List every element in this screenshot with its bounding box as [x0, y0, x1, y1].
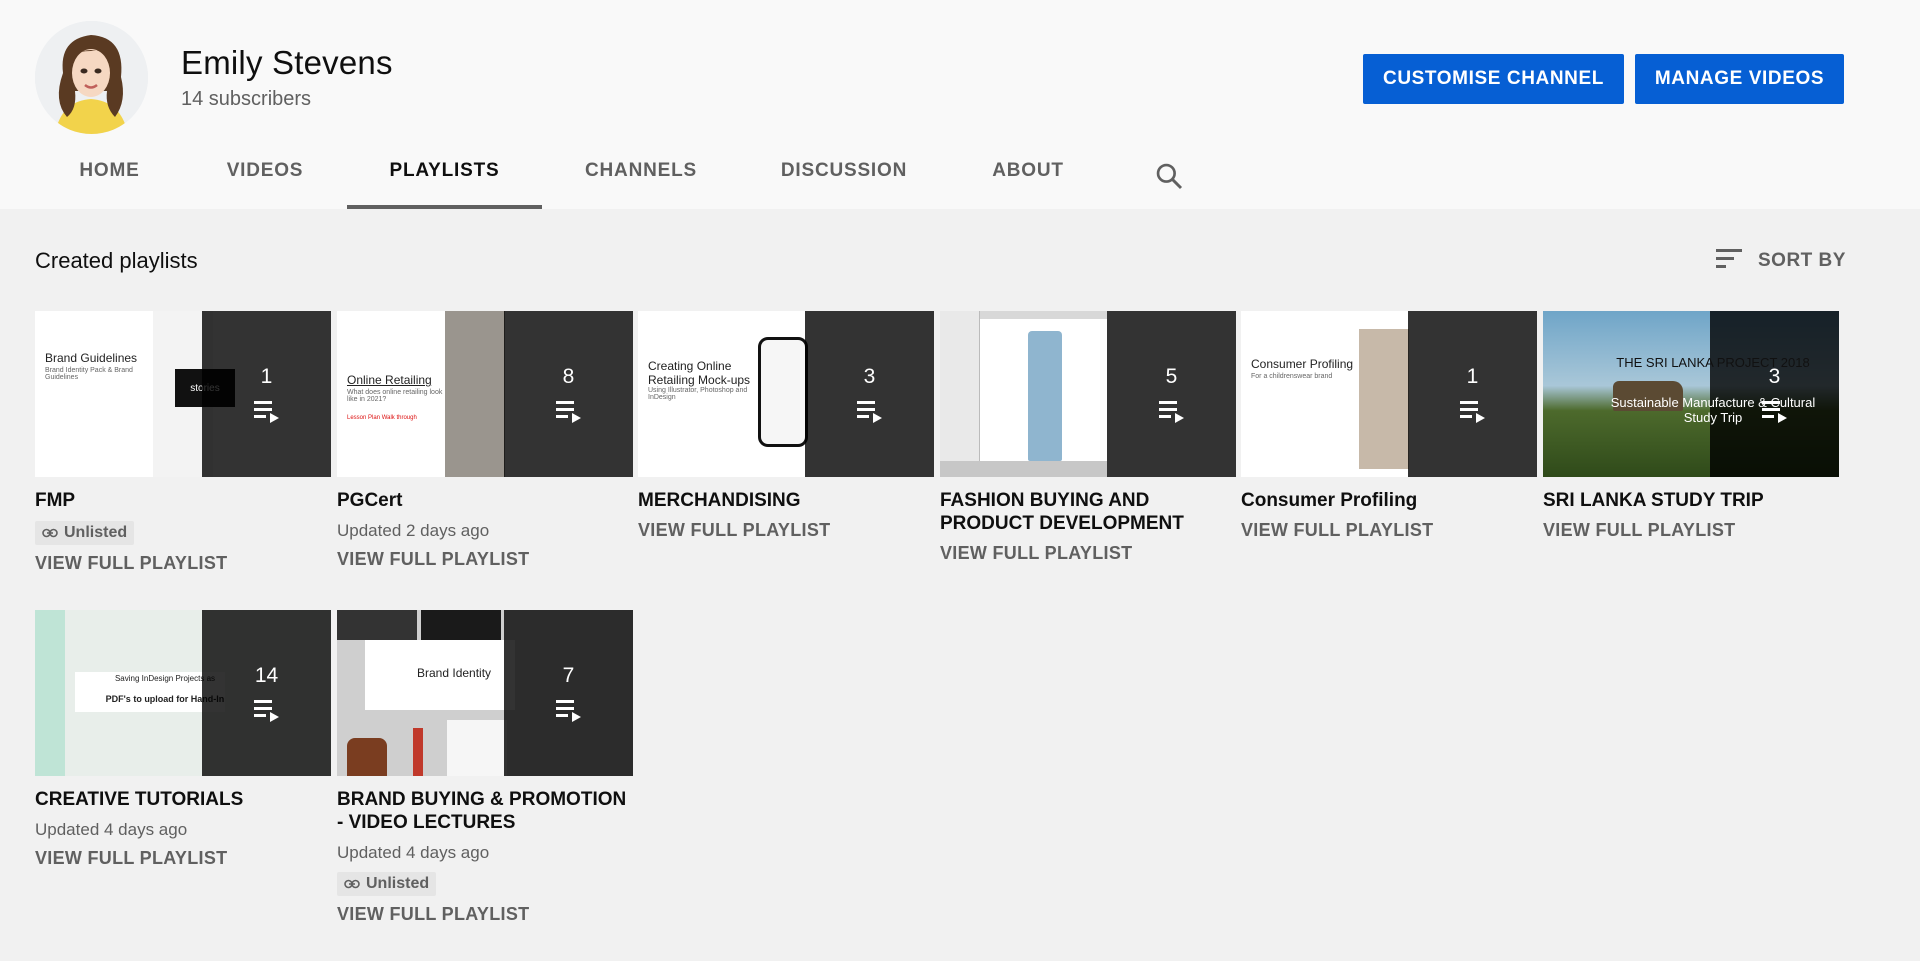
view-full-playlist-link[interactable]: VIEW FULL PLAYLIST	[337, 904, 633, 925]
playlist-overlay: 1	[1408, 311, 1537, 477]
playlist-title[interactable]: FMP	[35, 489, 331, 512]
playlist-thumbnail[interactable]: Brand Guidelines Brand Identity Pack & B…	[35, 311, 331, 477]
view-full-playlist-link[interactable]: VIEW FULL PLAYLIST	[1241, 520, 1537, 541]
thumb-heading: Brand Guidelines	[45, 351, 138, 365]
playlist-card: Brand Identity 7 BRAND BUYING & PROMOTIO…	[337, 610, 633, 925]
video-count: 7	[562, 664, 575, 687]
section-title: Created playlists	[35, 248, 198, 273]
view-full-playlist-link[interactable]: VIEW FULL PLAYLIST	[1543, 520, 1839, 541]
playlist-icon	[253, 700, 279, 722]
sort-by-button[interactable]: SORT BY	[1716, 246, 1846, 276]
playlist-card: 5 FASHION BUYING AND PRODUCT DEVELOPMENT…	[940, 311, 1236, 564]
unlisted-badge: Unlisted	[337, 872, 437, 896]
playlist-thumbnail[interactable]: 5	[940, 311, 1236, 477]
updated-text: Updated 2 days ago	[337, 521, 490, 540]
video-count: 3	[863, 365, 876, 388]
playlist-title[interactable]: FASHION BUYING AND PRODUCT DEVELOPMENT	[940, 489, 1236, 535]
view-full-playlist-link[interactable]: VIEW FULL PLAYLIST	[940, 543, 1236, 564]
view-full-playlist-link[interactable]: VIEW FULL PLAYLIST	[35, 553, 331, 574]
playlist-card: Brand Guidelines Brand Identity Pack & B…	[35, 311, 331, 574]
video-count: 1	[1466, 365, 1479, 388]
playlist-icon	[253, 401, 279, 423]
playlist-title[interactable]: Consumer Profiling	[1241, 489, 1537, 512]
updated-text: Updated 4 days ago	[337, 843, 490, 862]
playlist-card: THE SRI LANKA PROJECT 2018 Sustainable M…	[1543, 311, 1839, 541]
link-icon	[42, 528, 58, 538]
video-count: 8	[562, 365, 575, 388]
updated-text: Updated 4 days ago	[35, 820, 188, 839]
manage-videos-button[interactable]: MANAGE VIDEOS	[1635, 54, 1844, 104]
tab-label: VIDEOS	[226, 160, 304, 181]
playlist-icon	[1459, 401, 1485, 423]
playlist-title[interactable]: BRAND BUYING & PROMOTION - VIDEO LECTURE…	[337, 788, 633, 834]
tab-home[interactable]: HOME	[66, 160, 153, 209]
playlist-card: Consumer Profiling For a childrenswear b…	[1241, 311, 1537, 541]
thumb-sub: Sustainable Manufacture & Cultural Study…	[1610, 395, 1816, 425]
playlist-icon	[856, 401, 882, 423]
tab-label: HOME	[79, 160, 140, 181]
tab-channels[interactable]: CHANNELS	[578, 160, 704, 209]
badge-label: Unlisted	[64, 524, 128, 541]
playlist-icon	[555, 401, 581, 423]
view-full-playlist-link[interactable]: VIEW FULL PLAYLIST	[337, 549, 633, 570]
sort-label: SORT BY	[1758, 250, 1846, 271]
subscriber-count: 14 subscribers	[181, 88, 312, 110]
search-icon[interactable]	[1153, 160, 1185, 192]
video-count: 5	[1165, 365, 1178, 388]
playlist-thumbnail[interactable]: Online Retailing What does online retail…	[337, 311, 633, 477]
unlisted-badge: Unlisted	[35, 521, 135, 545]
thumb-sub: For a childrenswear brand	[1251, 373, 1333, 380]
customise-channel-button[interactable]: CUSTOMISE CHANNEL	[1363, 54, 1624, 104]
tab-videos[interactable]: VIDEOS	[218, 160, 312, 209]
playlist-icon	[1158, 401, 1184, 423]
playlist-title[interactable]: MERCHANDISING	[638, 489, 934, 512]
video-count: 14	[254, 664, 279, 687]
thumb-sub: Using Illustrator, Photoshop and InDesig…	[648, 387, 748, 401]
playlist-overlay: 3	[1710, 311, 1839, 477]
view-full-playlist-link[interactable]: VIEW FULL PLAYLIST	[638, 520, 934, 541]
tab-label: ABOUT	[992, 160, 1064, 181]
tab-label: DISCUSSION	[780, 160, 908, 181]
thumb-heading: THE SRI LANKA PROJECT 2018	[1616, 355, 1810, 370]
channel-name: Emily Stevens	[181, 44, 393, 81]
badge-label: Unlisted	[366, 875, 430, 892]
sort-icon	[1716, 247, 1744, 275]
tab-label: CHANNELS	[585, 160, 697, 181]
playlist-overlay: 3	[805, 311, 934, 477]
playlist-overlay: 5	[1107, 311, 1236, 477]
playlist-title[interactable]: CREATIVE TUTORIALS	[35, 788, 331, 811]
playlist-title[interactable]: PGCert	[337, 489, 633, 512]
playlist-overlay: 7	[504, 610, 633, 776]
playlist-thumbnail[interactable]: Consumer Profiling For a childrenswear b…	[1241, 311, 1537, 477]
channel-header: Emily Stevens 14 subscribers CUSTOMISE C…	[0, 0, 1920, 209]
playlist-thumbnail[interactable]: Saving InDesign Projects as PDF's to upl…	[35, 610, 331, 776]
tab-label: PLAYLISTS	[389, 160, 500, 181]
thumb-heading: Consumer Profiling	[1251, 357, 1354, 371]
playlist-thumbnail[interactable]: Creating Online Retailing Mock-ups Using…	[638, 311, 934, 477]
playlist-thumbnail[interactable]: Brand Identity 7	[337, 610, 633, 776]
playlist-card: Creating Online Retailing Mock-ups Using…	[638, 311, 934, 541]
thumb-sub: What does online retailing look like in …	[347, 389, 443, 403]
playlist-title[interactable]: SRI LANKA STUDY TRIP	[1543, 489, 1839, 512]
video-count: 1	[260, 365, 273, 388]
tab-playlists[interactable]: PLAYLISTS	[347, 160, 542, 209]
tab-about[interactable]: ABOUT	[986, 160, 1070, 209]
thumb-extra: Lesson Plan Walk through	[347, 415, 417, 421]
thumb-heading: Online Retailing	[347, 373, 432, 387]
playlist-overlay: 8	[504, 311, 633, 477]
playlist-overlay: 14	[202, 610, 331, 776]
playlist-card: Online Retailing What does online retail…	[337, 311, 633, 570]
link-icon	[344, 879, 360, 889]
playlist-thumbnail[interactable]: THE SRI LANKA PROJECT 2018 Sustainable M…	[1543, 311, 1839, 477]
playlist-overlay: 1	[202, 311, 331, 477]
view-full-playlist-link[interactable]: VIEW FULL PLAYLIST	[35, 848, 331, 869]
tab-discussion[interactable]: DISCUSSION	[772, 160, 916, 209]
avatar[interactable]	[35, 21, 148, 134]
thumb-sub: Brand Identity Pack & Brand Guidelines	[45, 367, 133, 381]
playlist-card: Saving InDesign Projects as PDF's to upl…	[35, 610, 331, 869]
playlist-icon	[555, 700, 581, 722]
